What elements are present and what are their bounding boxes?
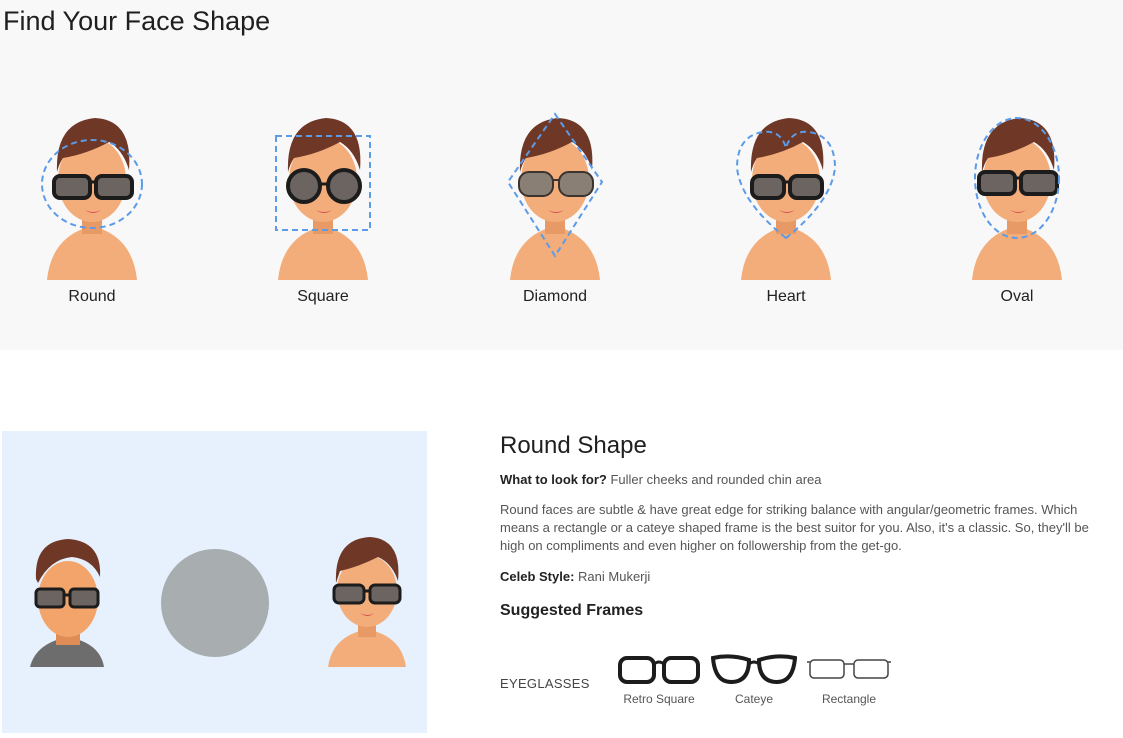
what-to-look-for: What to look for? Fuller cheeks and roun… [500, 472, 1110, 487]
celeb-style: Celeb Style: Rani Mukerji [500, 569, 1110, 584]
suggested-frames: EYEGLASSES Retro Square Cateye Rectangle [500, 652, 920, 712]
round-shape-icon [161, 549, 269, 657]
round-face-icon [41, 118, 143, 280]
face-shape-square[interactable]: Square [253, 110, 393, 306]
face-shape-round[interactable]: Round [22, 110, 162, 306]
eyeglasses-category: EYEGLASSES [500, 676, 590, 691]
frame-label: Cateye [734, 692, 774, 706]
oval-face-icon [972, 117, 1062, 280]
look-text: Fuller cheeks and rounded chin area [606, 472, 822, 487]
frame-label: Retro Square [623, 692, 695, 706]
cateye-frame-icon [711, 654, 797, 685]
retro-square-frame-icon [618, 656, 700, 684]
illustration-graphic [30, 537, 406, 667]
frame-retro-square[interactable]: Retro Square [614, 652, 704, 706]
celeb-text: Rani Mukerji [574, 569, 651, 584]
face-shape-diamond[interactable]: Diamond [485, 110, 625, 306]
shape-label: Round [68, 288, 116, 305]
frame-rectangle[interactable]: Rectangle [804, 652, 894, 706]
round-shape-illustration [2, 431, 427, 733]
face-shape-oval[interactable]: Oval [947, 110, 1087, 306]
shape-detail-panel: Round Shape What to look for? Fuller che… [500, 432, 1110, 620]
page-title: Find Your Face Shape [3, 6, 271, 36]
suggested-frames-title: Suggested Frames [500, 602, 644, 619]
celeb-label: Celeb Style: [500, 569, 575, 584]
rectangle-frame-icon [807, 659, 891, 679]
frame-label: Rectangle [821, 692, 877, 706]
shape-label: Square [297, 288, 349, 305]
male-avatar-icon [30, 539, 104, 667]
shape-description: Round faces are subtle & have great edge… [500, 502, 1089, 553]
face-shape-heart[interactable]: Heart [716, 110, 856, 306]
heart-face-icon [735, 118, 837, 280]
shape-detail-title: Round Shape [500, 432, 647, 459]
square-face-icon [275, 118, 371, 280]
look-label: What to look for? [500, 472, 607, 487]
shape-label: Diamond [522, 288, 588, 305]
shape-label: Oval [1000, 288, 1034, 305]
frame-cateye[interactable]: Cateye [709, 652, 799, 706]
face-shape-section: Find Your Face Shape Round Square Diamon… [0, 0, 1123, 350]
shape-label: Heart [766, 288, 806, 305]
female-avatar-icon [328, 537, 406, 667]
diamond-face-icon [506, 112, 604, 280]
